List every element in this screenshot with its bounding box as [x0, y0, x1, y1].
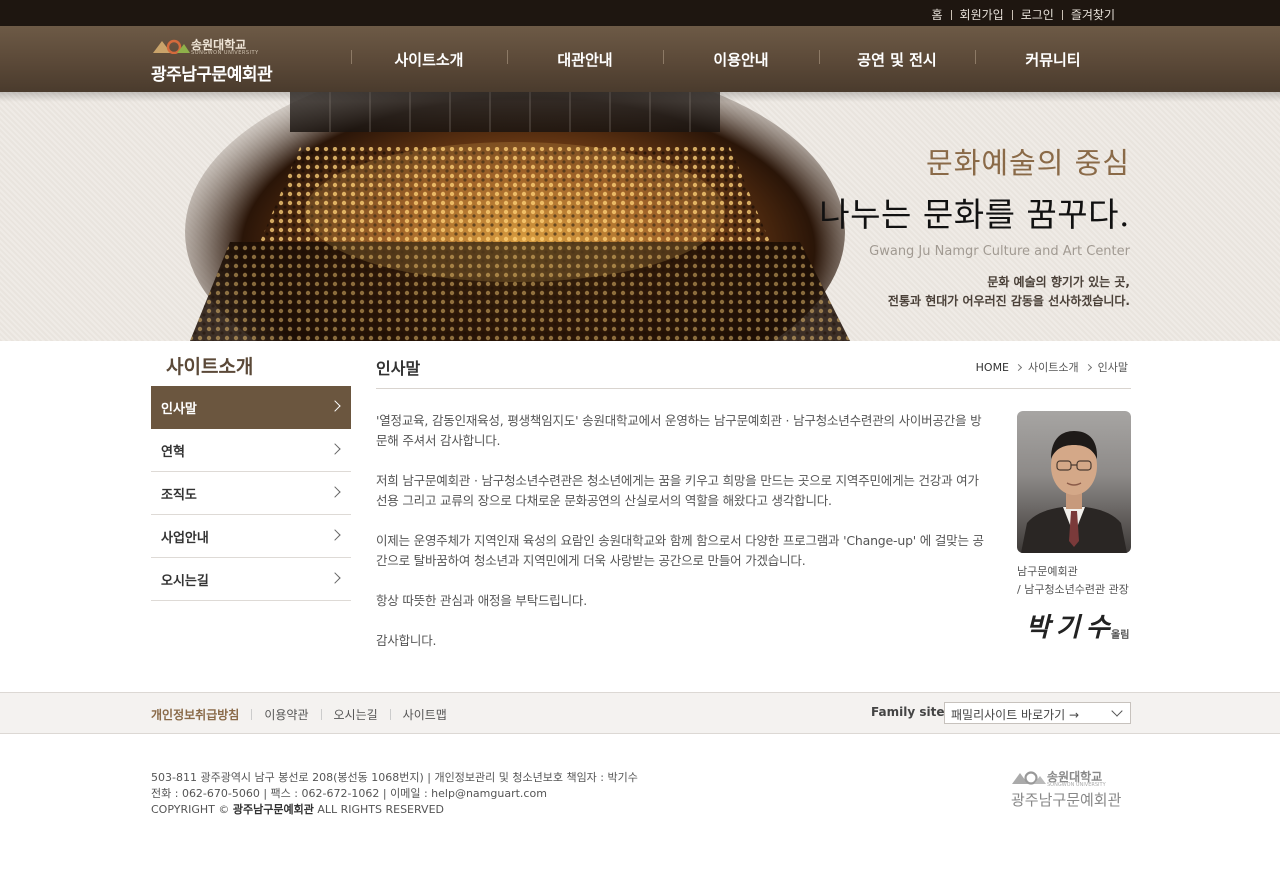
chevron-right-icon — [329, 529, 341, 541]
divider — [1061, 9, 1063, 20]
footer-link-sitemap[interactable]: 사이트맵 — [391, 706, 459, 723]
top-link-join[interactable]: 회원가입 — [954, 6, 1010, 23]
site-logo[interactable]: 송원대학교 SONGWON UNIVERSITY 광주남구문예회관 — [151, 36, 301, 85]
top-links: 홈 회원가입 로그인 즐겨찾기 — [925, 6, 1121, 23]
greeting-paragraph: '열정교육, 감동인재육성, 평생책임지도' 송원대학교에서 운영하는 남구문예… — [376, 413, 982, 448]
footer-bar: 개인정보취급방침 이용약관 오시는길 사이트맵 Family site 패밀리사… — [0, 692, 1280, 734]
footer-logo-site: 광주남구문예회관 — [1011, 791, 1122, 809]
greeting-paragraph: 이제는 운영주체가 지역인재 육성의 요람인 송원대학교와 함께 함으로서 다양… — [376, 533, 984, 568]
concert-hall-image — [185, 92, 850, 341]
chevron-right-icon — [329, 443, 341, 455]
banner-desc-line-2: 전통과 현대가 어우러진 감동을 선사하겠습니다. — [887, 294, 1130, 308]
main-nav: 사이트소개 대관안내 이용안내 공연 및 전시 커뮤니티 — [351, 26, 1131, 92]
greeting-paragraph: 감사합니다. — [376, 633, 437, 648]
banner-headline-1: 문화예술의 중심 — [926, 146, 1130, 180]
copyright-prefix: COPYRIGHT © — [151, 803, 233, 816]
footer-address: 503-811 광주광역시 남구 봉선로 208(봉선동 1068번지) | 개… — [151, 771, 638, 784]
side-nav-label: 사업안내 — [161, 530, 209, 546]
director-signature: 박기수 — [1026, 613, 1116, 643]
side-nav-label: 조직도 — [161, 487, 197, 503]
top-link-login[interactable]: 로그인 — [1015, 6, 1060, 23]
footer-info: 503-811 광주광역시 남구 봉선로 208(봉선동 1068번지) | 개… — [151, 770, 638, 818]
nav-usage[interactable]: 이용안내 — [663, 26, 819, 92]
signature-suffix: 올림 — [1111, 630, 1130, 641]
breadcrumb-section[interactable]: 사이트소개 — [1026, 359, 1081, 375]
footer-link-privacy[interactable]: 개인정보취급방침 — [151, 706, 251, 723]
footer-logo: 송원대학교 SONGWON UNIVERSITY 광주남구문예회관 — [1011, 768, 1133, 810]
breadcrumb-current: 인사말 — [1097, 361, 1128, 374]
banner-english: Gwang Ju Namgr Culture and Art Center — [869, 244, 1130, 259]
portrait-figure — [1021, 431, 1127, 553]
nav-performance[interactable]: 공연 및 전시 — [819, 26, 975, 92]
breadcrumb: HOME 사이트소개 인사말 — [974, 359, 1130, 375]
side-nav-organization[interactable]: 조직도 — [151, 472, 351, 515]
chevron-down-icon — [1111, 705, 1123, 717]
side-nav-directions[interactable]: 오시는길 — [151, 558, 351, 601]
top-link-bookmark[interactable]: 즐겨찾기 — [1065, 6, 1121, 23]
banner-desc-line-1: 문화 예술의 향기가 있는 곳, — [987, 275, 1130, 289]
side-nav-label: 연혁 — [161, 444, 185, 460]
footer-logo-emblem-icon — [1012, 771, 1046, 785]
greeting-paragraph: 항상 따뜻한 관심과 애정을 부탁드립니다. — [376, 593, 587, 608]
nav-community[interactable]: 커뮤니티 — [975, 26, 1131, 92]
copyright-org: 광주남구문예회관 — [232, 803, 314, 816]
footer-contact: 전화 : 062-670-5060 | 팩스 : 062-672-1062 | … — [151, 787, 547, 800]
copyright-suffix: ALL RIGHTS RESERVED — [313, 803, 444, 816]
divider — [1011, 9, 1013, 20]
divider — [950, 9, 952, 20]
caption-line-1: 남구문예회관 — [1017, 565, 1078, 578]
family-site-selected: 패밀리사이트 바로가기 → — [951, 708, 1080, 722]
main-visual-banner: 문화예술의 중심 나누는 문화를 꿈꾸다. Gwang Ju Namgr Cul… — [0, 92, 1280, 341]
director-caption: 남구문예회관 / 남구청소년수련관 관장 — [1017, 563, 1129, 599]
banner-headline-2: 나누는 문화를 꿈꾸다. — [819, 195, 1130, 234]
family-site-label: Family site — [871, 705, 945, 719]
banner-description: 문화 예술의 향기가 있는 곳, 전통과 현대가 어우러진 감동을 선사하겠습니… — [819, 273, 1130, 311]
side-nav-label: 오시는길 — [161, 573, 209, 589]
lnb-title: 사이트소개 — [166, 356, 254, 378]
chevron-right-icon — [329, 400, 341, 412]
banner-shadow — [0, 92, 1280, 102]
side-nav-history[interactable]: 연혁 — [151, 429, 351, 472]
logo-site-name: 광주남구문예회관 — [151, 65, 273, 85]
footer-copyright: COPYRIGHT © 광주남구문예회관 ALL RIGHTS RESERVED — [151, 802, 638, 818]
chevron-right-icon — [329, 572, 341, 584]
header: 송원대학교 SONGWON UNIVERSITY 광주남구문예회관 사이트소개 … — [0, 26, 1280, 92]
side-nav-greeting[interactable]: 인사말 — [151, 386, 351, 429]
side-nav: 인사말 연혁 조직도 사업안내 오시는길 — [151, 386, 351, 601]
logo-univ-en: SONGWON UNIVERSITY — [191, 50, 259, 56]
greeting-text: '열정교육, 감동인재육성, 평생책임지도' 송원대학교에서 운영하는 남구문예… — [376, 411, 991, 671]
footer-link-terms[interactable]: 이용약관 — [252, 706, 320, 723]
family-site-select[interactable]: 패밀리사이트 바로가기 → — [944, 702, 1131, 724]
divider — [376, 388, 1131, 389]
caption-line-2: / 남구청소년수련관 관장 — [1017, 583, 1129, 596]
breadcrumb-home[interactable]: HOME — [974, 361, 1011, 374]
chevron-right-icon — [329, 486, 341, 498]
footer-logo-univ-en: SONGWON UNIVERSITY — [1047, 782, 1106, 788]
chevron-right-icon — [1084, 363, 1092, 371]
nav-site-intro[interactable]: 사이트소개 — [351, 26, 507, 92]
director-portrait — [1017, 411, 1131, 553]
greeting-paragraph: 저희 남구문예회관 · 남구청소년수련관은 청소년에게는 꿈을 키우고 희망을 … — [376, 473, 979, 508]
top-link-home[interactable]: 홈 — [925, 6, 948, 23]
nav-rental[interactable]: 대관안내 — [507, 26, 663, 92]
side-nav-business[interactable]: 사업안내 — [151, 515, 351, 558]
page-title: 인사말 — [376, 359, 421, 378]
footer-link-directions[interactable]: 오시는길 — [322, 706, 390, 723]
banner-text: 문화예술의 중심 나누는 문화를 꿈꾸다. Gwang Ju Namgr Cul… — [819, 140, 1130, 311]
chevron-right-icon — [1014, 363, 1023, 371]
footer-links: 개인정보취급방침 이용약관 오시는길 사이트맵 — [151, 706, 459, 723]
logo-emblem-icon — [153, 39, 190, 54]
side-nav-label: 인사말 — [161, 401, 197, 417]
top-utility-bar: 홈 회원가입 로그인 즐겨찾기 — [0, 0, 1280, 26]
